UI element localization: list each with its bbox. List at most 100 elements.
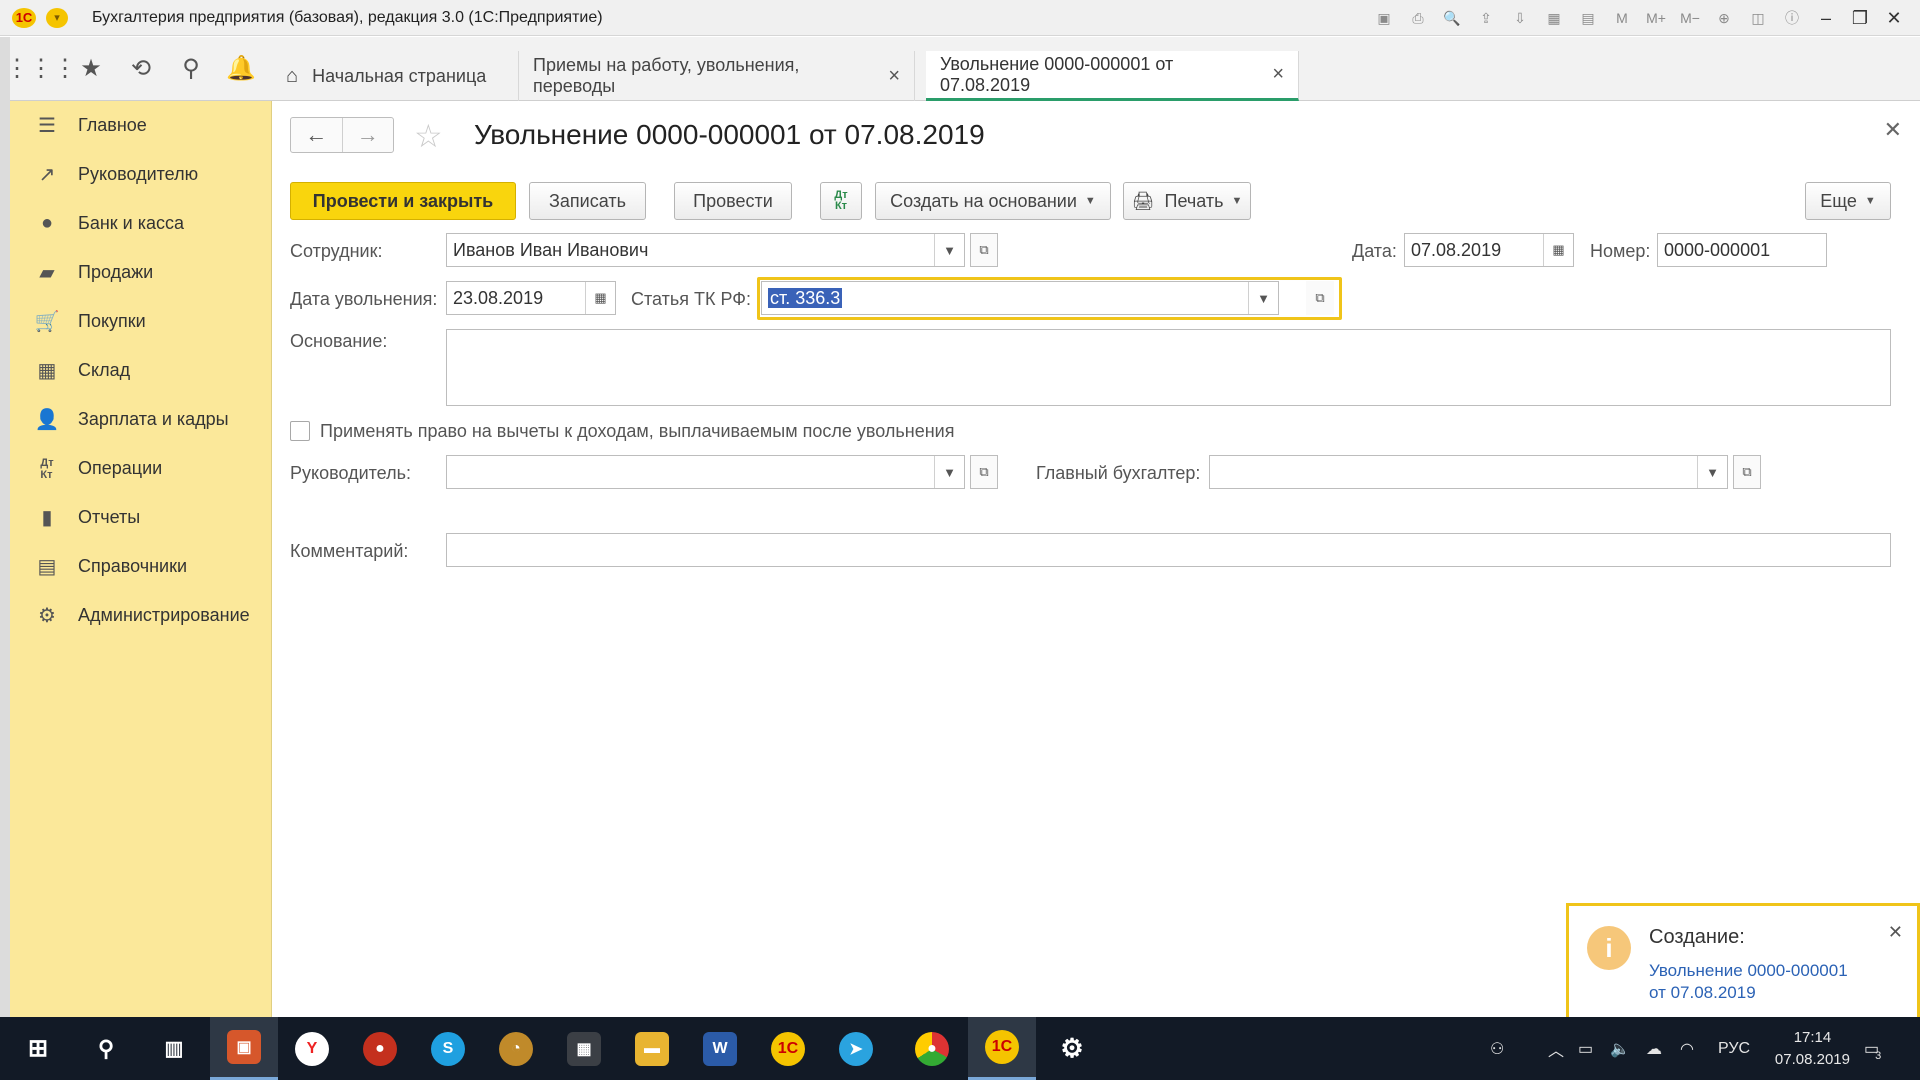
comment-field[interactable] (446, 533, 1891, 567)
skype-icon[interactable]: S (414, 1017, 482, 1080)
sidebar-item-reports[interactable]: ▮ Отчеты (10, 493, 271, 542)
dropdown-arrow-icon[interactable]: ▼ (934, 456, 964, 488)
open-manager-icon[interactable]: ⧉ (970, 455, 998, 489)
reason-textarea[interactable] (446, 329, 1891, 406)
chrome-icon[interactable]: ● (898, 1017, 966, 1080)
calendar-icon[interactable]: ▤ (1574, 6, 1602, 30)
favorites-star-icon[interactable]: ★ (73, 51, 109, 87)
settings-gear-icon[interactable]: ⚙ (1038, 1017, 1106, 1080)
search-icon[interactable]: ⚲ (173, 51, 209, 87)
calendar-icon[interactable]: ▦ (585, 282, 615, 314)
dropdown-arrow-icon[interactable]: ▼ (1248, 282, 1278, 314)
restore-icon[interactable]: ❐ (1846, 6, 1874, 30)
back-arrow-icon[interactable]: ← (291, 118, 343, 152)
deductions-checkbox[interactable] (290, 421, 310, 441)
print-button[interactable]: 🖨 Печать ▼ (1123, 182, 1251, 220)
open-article-icon[interactable]: ⧉ (1306, 281, 1334, 315)
close-window-icon[interactable]: ✕ (1880, 6, 1908, 30)
apps-grid-icon[interactable]: ⋮⋮⋮ (5, 51, 77, 87)
download-icon[interactable]: ⇩ (1506, 6, 1534, 30)
presentation-app-icon[interactable]: ▣ (210, 1017, 278, 1080)
sidebar-item-salary[interactable]: 👤 Зарплата и кадры (10, 395, 271, 444)
windows-start-icon[interactable]: ⊞ (4, 1017, 72, 1080)
main-menu-dropdown-icon[interactable]: ▾ (46, 8, 68, 28)
people-icon[interactable]: ⚇ (1490, 1017, 1504, 1080)
sidebar-item-manager[interactable]: ↗ Руководителю (10, 150, 271, 199)
table-icon[interactable]: ▦ (1540, 6, 1568, 30)
post-and-close-button[interactable]: Провести и закрыть (290, 182, 516, 220)
print-icon[interactable]: ⎙ (1404, 6, 1432, 30)
more-button[interactable]: Еще ▼ (1805, 182, 1891, 220)
bell-icon[interactable]: 🔔 (223, 51, 259, 87)
sidebar-item-purchases[interactable]: 🛒 Покупки (10, 297, 271, 346)
wifi-icon[interactable]: ◠ (1680, 1017, 1694, 1080)
telegram-icon[interactable]: ➤ (822, 1017, 890, 1080)
task-view-icon[interactable]: ▥ (140, 1017, 208, 1080)
search-icon[interactable]: ⚲ (72, 1017, 140, 1080)
yandex-browser-icon[interactable]: Y (278, 1017, 346, 1080)
dismissal-date-field[interactable]: 23.08.2019 ▦ (446, 281, 616, 315)
employee-field[interactable]: Иванов Иван Иванович ▼ (446, 233, 965, 267)
tab-hiring[interactable]: Приемы на работу, увольнения, переводы × (519, 51, 915, 101)
sidebar-item-catalogs[interactable]: ▤ Справочники (10, 542, 271, 591)
zoom-icon[interactable]: ⊕ (1710, 6, 1738, 30)
chief-accountant-field[interactable]: ▼ (1209, 455, 1728, 489)
save-icon[interactable]: ▣ (1370, 6, 1398, 30)
create-based-on-button[interactable]: Создать на основании ▼ (875, 182, 1111, 220)
notification-link[interactable]: Увольнение 0000-000001 от 07.08.2019 (1649, 960, 1848, 1004)
word-icon[interactable]: W (686, 1017, 754, 1080)
language-indicator[interactable]: РУС (1718, 1017, 1750, 1080)
minimize-icon[interactable]: – (1812, 6, 1840, 30)
sidebar-item-operations[interactable]: Дт Кт Операции (10, 444, 271, 493)
notification-link-line1[interactable]: Увольнение 0000-000001 (1649, 960, 1848, 982)
sidebar-item-main[interactable]: ☰ Главное (10, 101, 271, 150)
memory-m-plus-icon[interactable]: M+ (1642, 6, 1670, 30)
battery-icon[interactable]: ▭ (1578, 1017, 1593, 1080)
tray-chevron-icon[interactable]: ︿ (1548, 1017, 1564, 1080)
history-icon[interactable]: ⟲ (123, 51, 159, 87)
post-button[interactable]: Провести (674, 182, 792, 220)
memory-m-minus-icon[interactable]: M− (1676, 6, 1704, 30)
memory-m-icon[interactable]: M (1608, 6, 1636, 30)
notification-link-line2[interactable]: от 07.08.2019 (1649, 982, 1848, 1004)
file-explorer-icon[interactable]: ▬ (618, 1017, 686, 1080)
1c-app-active-icon[interactable]: 1С (968, 1017, 1036, 1080)
clock-app-icon[interactable]: ◔ (482, 1017, 550, 1080)
tab-dismissal[interactable]: Увольнение 0000-000001 от 07.08.2019 × (926, 51, 1299, 101)
calendar-icon[interactable]: ▦ (1543, 234, 1573, 266)
network-sync-icon[interactable]: ☁ (1646, 1017, 1662, 1080)
deductions-checkbox-label[interactable]: Применять право на вычеты к доходам, вып… (320, 421, 954, 442)
sidebar-item-warehouse[interactable]: ▦ Склад (10, 346, 271, 395)
save-button[interactable]: Записать (529, 182, 646, 220)
date-field[interactable]: 07.08.2019 ▦ (1404, 233, 1574, 267)
forward-arrow-icon[interactable]: → (343, 118, 394, 152)
open-employee-icon[interactable]: ⧉ (970, 233, 998, 267)
manager-field[interactable]: ▼ (446, 455, 965, 489)
article-field[interactable]: ст. 336.3 ▼ (761, 281, 1279, 315)
1c-app-icon[interactable]: 1С (754, 1017, 822, 1080)
sidebar-item-admin[interactable]: ⚙ Администрирование (10, 591, 271, 640)
apple-app-icon[interactable]: ● (346, 1017, 414, 1080)
sidebar-item-bank[interactable]: ● Банк и касса (10, 199, 271, 248)
close-form-icon[interactable]: ✕ (1884, 117, 1902, 143)
dt-kt-button[interactable]: Дт Кт (820, 182, 862, 220)
dropdown-arrow-icon[interactable]: ▼ (1697, 456, 1727, 488)
close-tab-icon[interactable]: × (888, 65, 900, 88)
preview-icon[interactable]: 🔍 (1438, 6, 1466, 30)
calculator-icon[interactable]: ▦ (550, 1017, 618, 1080)
volume-icon[interactable]: 🔈 (1610, 1017, 1630, 1080)
close-notification-icon[interactable]: ✕ (1888, 922, 1903, 943)
info-icon: i (1587, 926, 1631, 970)
tab-home[interactable]: ⌂ Начальная страница (272, 51, 519, 101)
sidebar-item-sales[interactable]: ▰ Продажи (10, 248, 271, 297)
info-icon[interactable]: ⓘ (1778, 6, 1806, 30)
upload-icon[interactable]: ⇪ (1472, 6, 1500, 30)
open-chief-accountant-icon[interactable]: ⧉ (1733, 455, 1761, 489)
number-field[interactable]: 0000-000001 (1657, 233, 1827, 267)
close-tab-icon[interactable]: × (1272, 63, 1284, 86)
action-center-icon[interactable]: ▭ 3 (1864, 1017, 1881, 1080)
system-clock[interactable]: 17:14 07.08.2019 (1775, 1027, 1850, 1071)
panels-icon[interactable]: ◫ (1744, 6, 1772, 30)
favorite-star-icon[interactable]: ☆ (414, 117, 443, 155)
dropdown-arrow-icon[interactable]: ▼ (934, 234, 964, 266)
